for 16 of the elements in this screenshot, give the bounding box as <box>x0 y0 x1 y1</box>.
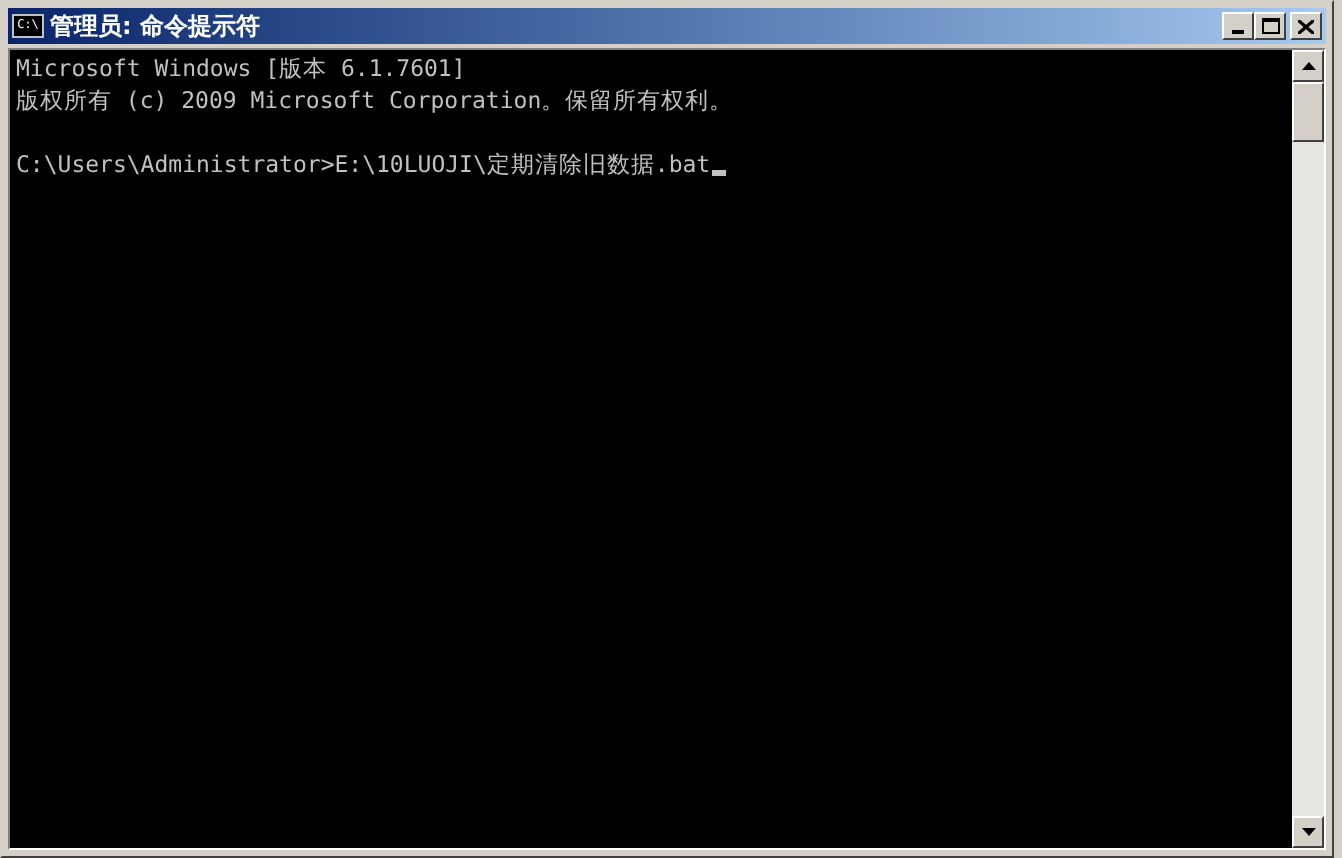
console-line: 版权所有 (c) 2009 Microsoft Corporation。保留所有权利。 <box>16 84 734 116</box>
minimize-icon <box>1232 30 1244 34</box>
console-line: C:\Users\Administrator>E:\10LUOJI\定期清除旧数据.bat <box>16 148 711 180</box>
console-line: Microsoft Windows [版本 6.1.7601] <box>16 52 466 84</box>
scroll-thumb[interactable] <box>1292 82 1324 142</box>
down-arrow-icon <box>1301 828 1315 836</box>
minimize-button[interactable] <box>1222 12 1254 40</box>
scroll-down-button[interactable] <box>1292 816 1324 848</box>
up-arrow-icon <box>1301 62 1315 70</box>
close-button[interactable] <box>1290 12 1322 40</box>
close-icon <box>1298 19 1314 33</box>
maximize-button[interactable] <box>1254 12 1286 40</box>
maximize-icon <box>1261 18 1279 34</box>
scroll-up-button[interactable] <box>1292 50 1324 82</box>
window-title: 管理员: 命令提示符 <box>50 14 260 38</box>
vertical-scrollbar[interactable] <box>1292 50 1324 848</box>
